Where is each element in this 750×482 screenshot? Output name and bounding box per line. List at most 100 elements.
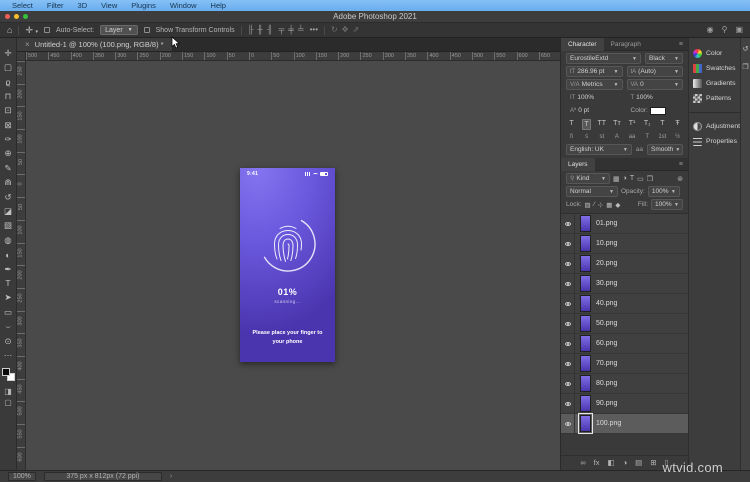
format-button[interactable]: T	[658, 119, 667, 130]
workspace-icon[interactable]: ▣	[735, 26, 743, 34]
document-tab[interactable]: × Untitled-1 @ 100% (100.png, RGB/8) *	[17, 38, 173, 51]
opentype-button[interactable]: ½	[673, 133, 682, 142]
layer-thumbnail[interactable]	[580, 255, 591, 272]
format-button[interactable]: T₁	[643, 119, 652, 130]
lock-icon[interactable]: ∕	[594, 201, 595, 209]
layer-row[interactable]: 80.png	[561, 374, 688, 394]
lock-icon[interactable]: ▦	[606, 201, 612, 209]
baseline-shift-field[interactable]: Aª 0 pt	[566, 105, 623, 116]
adjustment-layer-icon[interactable]: ◑	[623, 459, 628, 467]
text-color-field[interactable]: Color:	[627, 105, 684, 116]
crop-tool-icon[interactable]: ⊡	[1, 104, 16, 118]
font-family-dropdown[interactable]: EurostileExtd ▼	[566, 53, 641, 64]
layer-filter-dropdown[interactable]: ⚲ Kind ▼	[566, 173, 610, 184]
layer-visibility-toggle[interactable]	[561, 374, 575, 393]
more-options-icon[interactable]: •••	[310, 26, 318, 34]
opentype-button[interactable]: fi	[567, 133, 576, 142]
minimize-window-icon[interactable]	[14, 14, 19, 19]
layer-thumbnail[interactable]	[580, 315, 591, 332]
layer-thumbnail[interactable]	[580, 355, 591, 372]
distribute-icon[interactable]: ╤	[279, 26, 285, 34]
auto-select-checkbox[interactable]	[44, 27, 50, 33]
lasso-tool-icon[interactable]: ϱ	[1, 75, 16, 89]
tab-character[interactable]: Character	[561, 37, 604, 51]
layer-row[interactable]: 20.png	[561, 254, 688, 274]
font-size-field[interactable]: tT 286.96 pt ▼	[566, 66, 623, 77]
format-button[interactable]: T	[582, 119, 592, 130]
dock-item[interactable]: Swatches	[689, 61, 740, 76]
menu-item[interactable]: View	[101, 1, 117, 10]
layer-mask-icon[interactable]: ◧	[608, 459, 615, 467]
screen-mode-icon[interactable]: ▢	[4, 398, 12, 407]
frame-tool-icon[interactable]: ⊠	[1, 118, 16, 132]
layer-thumbnail[interactable]	[580, 335, 591, 352]
filter-pin-icon[interactable]: ⊚	[677, 175, 683, 183]
move-tool-preset-icon[interactable]: ✛ ▾	[25, 25, 38, 35]
menu-item[interactable]: Help	[211, 1, 226, 10]
language-dropdown[interactable]: English: UK ▼	[566, 144, 632, 155]
hand-tool-icon[interactable]: ⌣	[1, 319, 16, 333]
layer-filter-icon[interactable]: T	[630, 175, 634, 182]
phone-mockup-canvas[interactable]: 9:41 01% scanning... Please place your f…	[240, 168, 335, 362]
layer-filter-icon[interactable]: ❒	[647, 175, 653, 183]
opentype-button[interactable]: st	[597, 133, 606, 142]
layer-thumbnail[interactable]	[580, 395, 591, 412]
opentype-button[interactable]: aa	[628, 133, 637, 142]
distribute-icon[interactable]: ╪	[288, 26, 294, 34]
layer-row[interactable]: 01.png	[561, 214, 688, 234]
show-transform-checkbox[interactable]	[143, 27, 150, 33]
text-color-swatch[interactable]	[649, 106, 666, 115]
fill-dropdown[interactable]: 100% ▼	[651, 199, 683, 210]
new-layer-icon[interactable]: ⊞	[650, 459, 656, 467]
menu-item[interactable]: 3D	[78, 1, 88, 10]
opacity-dropdown[interactable]: 100% ▼	[647, 186, 680, 197]
status-chevron-icon[interactable]: ›	[170, 473, 172, 480]
threed-mode-icon[interactable]: ✥	[342, 26, 349, 34]
share-icon[interactable]: ◉	[707, 26, 714, 34]
distribute-icon[interactable]: ╧	[298, 26, 304, 34]
dock-item[interactable]: Adjustments	[689, 119, 743, 134]
menu-item[interactable]: Select	[12, 1, 33, 10]
close-tab-icon[interactable]: ×	[25, 40, 30, 49]
layer-filter-icon[interactable]: ▭	[637, 175, 644, 183]
eraser-tool-icon[interactable]: ◪	[1, 204, 16, 218]
layer-visibility-toggle[interactable]	[561, 354, 575, 373]
format-button[interactable]: Tᴛ	[612, 119, 621, 130]
layer-thumbnail[interactable]	[580, 215, 591, 232]
history-brush-tool-icon[interactable]: ↺	[1, 190, 16, 204]
horizontal-scale-field[interactable]: IT 100%	[566, 92, 623, 103]
canvas-pasteboard[interactable]: 9:41 01% scanning... Please place your f…	[26, 61, 560, 470]
layer-row[interactable]: 100.png	[561, 413, 688, 434]
menu-item[interactable]: Window	[170, 1, 197, 10]
menu-item[interactable]: Plugins	[131, 1, 156, 10]
quick-mask-icon[interactable]: ◨	[4, 387, 12, 396]
opentype-button[interactable]: A	[612, 133, 621, 142]
layer-filter-icon[interactable]: ◑	[623, 175, 627, 182]
zoom-window-icon[interactable]	[23, 14, 28, 19]
layer-row[interactable]: 30.png	[561, 274, 688, 294]
kerning-field[interactable]: V/A Metrics ▼	[566, 79, 623, 90]
antialias-dropdown[interactable]: Smooth ▼	[647, 144, 683, 155]
layer-row[interactable]: 60.png	[561, 334, 688, 354]
tab-layers[interactable]: Layers	[561, 157, 595, 171]
align-icon[interactable]: ╟	[248, 26, 254, 34]
layer-effects-icon[interactable]: fx	[594, 459, 600, 467]
zoom-level-field[interactable]: 100%	[8, 472, 36, 481]
pen-tool-icon[interactable]: ✒	[1, 262, 16, 276]
menu-item[interactable]: Filter	[47, 1, 64, 10]
layer-visibility-toggle[interactable]	[561, 214, 575, 233]
layer-row[interactable]: 70.png	[561, 354, 688, 374]
rectangle-tool-icon[interactable]: ▭	[1, 305, 16, 319]
lock-icon[interactable]: ⊹	[598, 201, 603, 209]
format-button[interactable]: Ŧ	[673, 119, 682, 130]
blur-tool-icon[interactable]: ◍	[1, 233, 16, 247]
clone-stamp-tool-icon[interactable]: ⋒	[1, 176, 16, 190]
search-icon[interactable]: ⚲	[722, 26, 728, 34]
object-selection-tool-icon[interactable]: ⊓	[1, 89, 16, 103]
layer-visibility-toggle[interactable]	[561, 294, 575, 313]
home-icon[interactable]: ⌂	[7, 25, 12, 35]
lock-icon[interactable]: ▨	[585, 201, 591, 209]
zoom-tool-icon[interactable]: ⊙	[1, 334, 16, 348]
layer-visibility-toggle[interactable]	[561, 274, 575, 293]
format-button[interactable]: T	[567, 119, 576, 130]
